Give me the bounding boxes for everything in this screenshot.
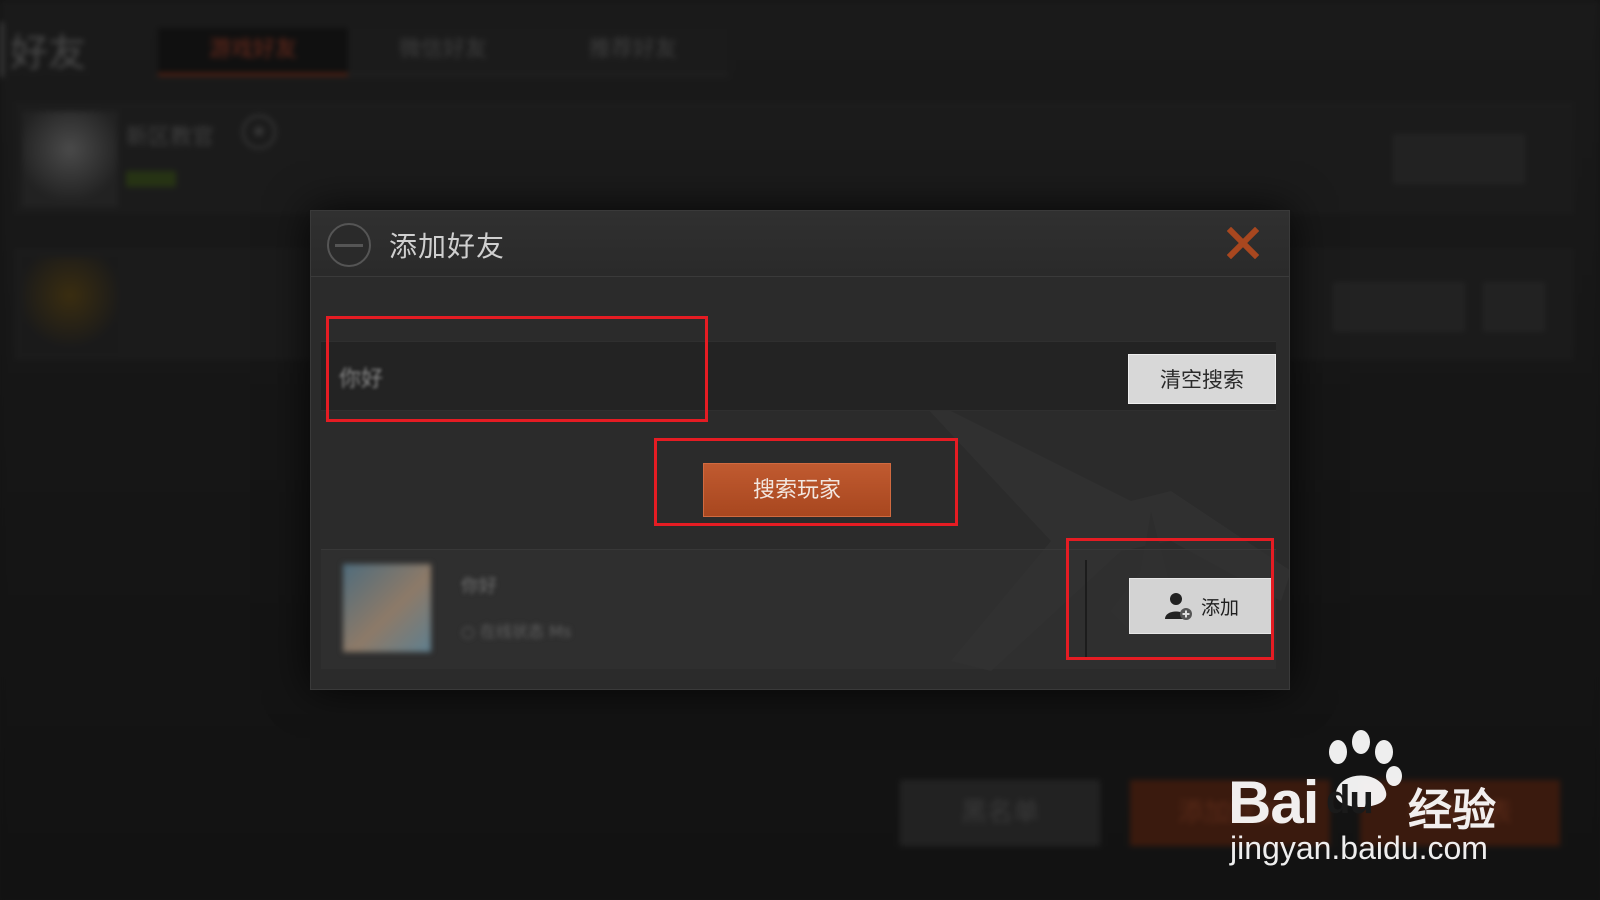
- avatar: [343, 564, 431, 652]
- add-friend-dialog: 添加好友 清空搜索 搜索玩家 你好 ○ 在线状态 Ms 添加: [310, 210, 1290, 690]
- close-icon[interactable]: [1227, 227, 1259, 259]
- request-list-button[interactable]: 申请列表: [1360, 780, 1560, 846]
- divider: [1085, 560, 1087, 660]
- result-player-name: 你好: [461, 576, 497, 597]
- add-friend-button[interactable]: 添加好友: [1130, 780, 1330, 846]
- avatar: [22, 257, 118, 353]
- add-button-label: 添加: [1200, 596, 1239, 619]
- game-logo-icon: [327, 223, 371, 267]
- player-search-input[interactable]: [339, 354, 959, 400]
- search-result-row: 你好 ○ 在线状态 Ms 添加: [321, 549, 1276, 669]
- clear-search-button[interactable]: 清空搜索: [1128, 354, 1276, 404]
- star-badge-icon: ★: [242, 115, 276, 149]
- add-player-button[interactable]: 添加: [1129, 578, 1273, 634]
- friends-tabs: 游戏好友 微信好友 推荐好友: [158, 28, 728, 76]
- search-row: 清空搜索: [321, 341, 1276, 411]
- friend-name: 新区教官: [126, 125, 215, 150]
- friend-action-button[interactable]: [1394, 135, 1524, 183]
- friend-action-button[interactable]: [1334, 283, 1464, 331]
- friend-more-button[interactable]: [1484, 283, 1544, 331]
- level-badge: [126, 171, 176, 187]
- add-person-icon: [1164, 593, 1192, 620]
- blacklist-button[interactable]: 黑名单: [900, 780, 1100, 846]
- avatar: [22, 111, 118, 207]
- search-player-button[interactable]: 搜索玩家: [703, 463, 891, 517]
- friends-page-title: 好友: [0, 22, 86, 77]
- friend-row[interactable]: 新区教官 ★: [14, 104, 1574, 214]
- bottom-bar: 黑名单 添加好友 申请列表: [0, 780, 1600, 850]
- result-player-status: ○ 在线状态 Ms: [461, 622, 572, 641]
- dialog-header: 添加好友: [311, 211, 1289, 277]
- dialog-title: 添加好友: [389, 230, 506, 263]
- tab-recommended-friends[interactable]: 推荐好友: [538, 28, 728, 76]
- tab-game-friends[interactable]: 游戏好友: [158, 28, 348, 76]
- tab-wechat-friends[interactable]: 微信好友: [348, 28, 538, 76]
